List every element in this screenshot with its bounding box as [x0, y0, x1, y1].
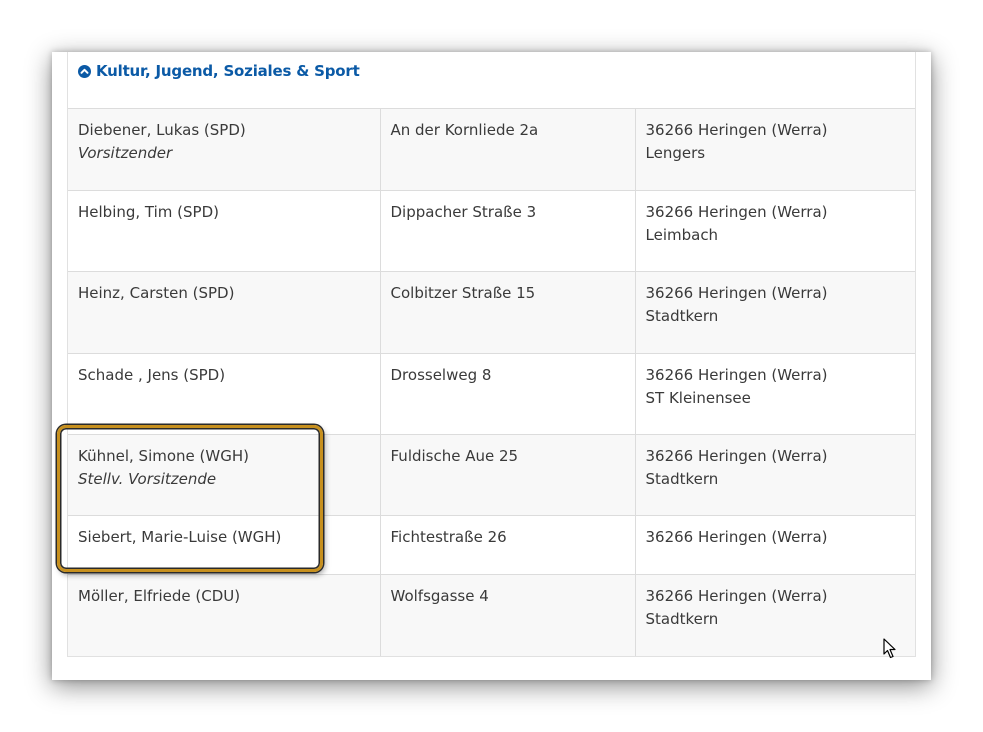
member-district: Leimbach: [645, 225, 719, 244]
member-city-cell: 36266 Heringen (Werra): [635, 515, 915, 575]
member-name-cell: Heinz, Carsten (SPD): [68, 271, 381, 354]
member-district: Lengers: [645, 144, 706, 162]
table-row: Diebener, Lukas (SPD) Vorsitzender An de…: [68, 109, 915, 191]
member-name-cell: Helbing, Tim (SPD): [68, 190, 381, 272]
member-street: An der Kornliede 2a: [390, 121, 539, 139]
member-name-cell: Schade , Jens (SPD): [68, 353, 381, 435]
table-row: Siebert, Marie-Luise (WGH) Fichtestraße …: [68, 515, 915, 575]
member-street: Drosselweg 8: [390, 365, 492, 384]
member-city: 36266 Heringen (Werra): [645, 446, 828, 465]
member-name-cell: Kühnel, Simone (WGH) Stellv. Vorsitzende: [68, 434, 381, 516]
member-street: Fuldische Aue 25: [390, 446, 519, 465]
section-toggle-link[interactable]: Kultur, Jugend, Soziales & Sport: [78, 62, 360, 80]
member-name: Heinz, Carsten (SPD): [78, 283, 235, 302]
member-street: Colbitzer Straße 15: [390, 283, 536, 302]
section-title: Kultur, Jugend, Soziales & Sport: [96, 62, 360, 80]
member-city: 36266 Heringen (Werra): [645, 365, 828, 384]
member-street-cell: Drosselweg 8: [380, 353, 636, 435]
member-street-cell: An der Kornliede 2a: [380, 109, 636, 191]
member-city-cell: 36266 Heringen (Werra) Stadtkern: [635, 434, 915, 516]
member-name: Schade , Jens (SPD): [78, 365, 226, 384]
member-city: 36266 Heringen (Werra): [645, 527, 828, 546]
member-street-cell: Fichtestraße 26: [380, 515, 636, 575]
member-city: 36266 Heringen (Werra): [645, 586, 828, 605]
member-city-cell: 36266 Heringen (Werra) Stadtkern: [635, 271, 915, 354]
member-street-cell: Fuldische Aue 25: [380, 434, 636, 516]
member-name: Helbing, Tim (SPD): [78, 202, 219, 221]
table-row: Möller, Elfriede (CDU) Wolfsgasse 4 3626…: [68, 574, 915, 656]
table-row: Schade , Jens (SPD) Drosselweg 8 36266 H…: [68, 353, 915, 435]
member-name-cell: Diebener, Lukas (SPD) Vorsitzender: [68, 109, 381, 191]
table-row: Heinz, Carsten (SPD) Colbitzer Straße 15…: [68, 271, 915, 354]
member-street-cell: Wolfsgasse 4: [380, 574, 636, 656]
member-district: ST Kleinensee: [645, 388, 751, 407]
member-role: Vorsitzender: [78, 144, 173, 162]
committee-table-container: Kultur, Jugend, Soziales & Sport Diebene…: [67, 52, 916, 657]
member-street: Wolfsgasse 4: [390, 586, 489, 605]
member-name: Diebener, Lukas (SPD): [78, 121, 246, 139]
member-street: Dippacher Straße 3: [390, 202, 537, 221]
member-district: Stadtkern: [645, 469, 719, 488]
table-row: Helbing, Tim (SPD) Dippacher Straße 3 36…: [68, 190, 915, 272]
member-street-cell: Dippacher Straße 3: [380, 190, 636, 272]
member-street-cell: Colbitzer Straße 15: [380, 271, 636, 354]
member-city-cell: 36266 Heringen (Werra) ST Kleinensee: [635, 353, 915, 435]
member-city-cell: 36266 Heringen (Werra) Stadtkern: [635, 574, 915, 656]
member-name-cell: Siebert, Marie-Luise (WGH): [68, 515, 381, 575]
member-name-cell: Möller, Elfriede (CDU): [68, 574, 381, 656]
member-city: 36266 Heringen (Werra): [645, 202, 828, 221]
member-role: Stellv. Vorsitzende: [78, 469, 217, 488]
member-city-cell: 36266 Heringen (Werra) Lengers: [635, 109, 915, 191]
member-name: Kühnel, Simone (WGH): [78, 446, 249, 465]
page-frame: Kultur, Jugend, Soziales & Sport Diebene…: [52, 52, 931, 680]
members-table: Diebener, Lukas (SPD) Vorsitzender An de…: [68, 109, 915, 656]
member-district: Stadtkern: [645, 306, 719, 325]
table-row: Kühnel, Simone (WGH) Stellv. Vorsitzende…: [68, 434, 915, 516]
member-city: 36266 Heringen (Werra): [645, 283, 828, 302]
mouse-pointer-icon: [883, 638, 899, 660]
chevron-up-circle-icon: [78, 65, 91, 78]
member-name: Möller, Elfriede (CDU): [78, 586, 241, 605]
member-city: 36266 Heringen (Werra): [645, 121, 828, 139]
member-name: Siebert, Marie-Luise (WGH): [78, 527, 282, 546]
member-street: Fichtestraße 26: [390, 527, 507, 546]
section-header: Kultur, Jugend, Soziales & Sport: [68, 52, 915, 109]
member-district: Stadtkern: [645, 609, 719, 628]
member-city-cell: 36266 Heringen (Werra) Leimbach: [635, 190, 915, 272]
